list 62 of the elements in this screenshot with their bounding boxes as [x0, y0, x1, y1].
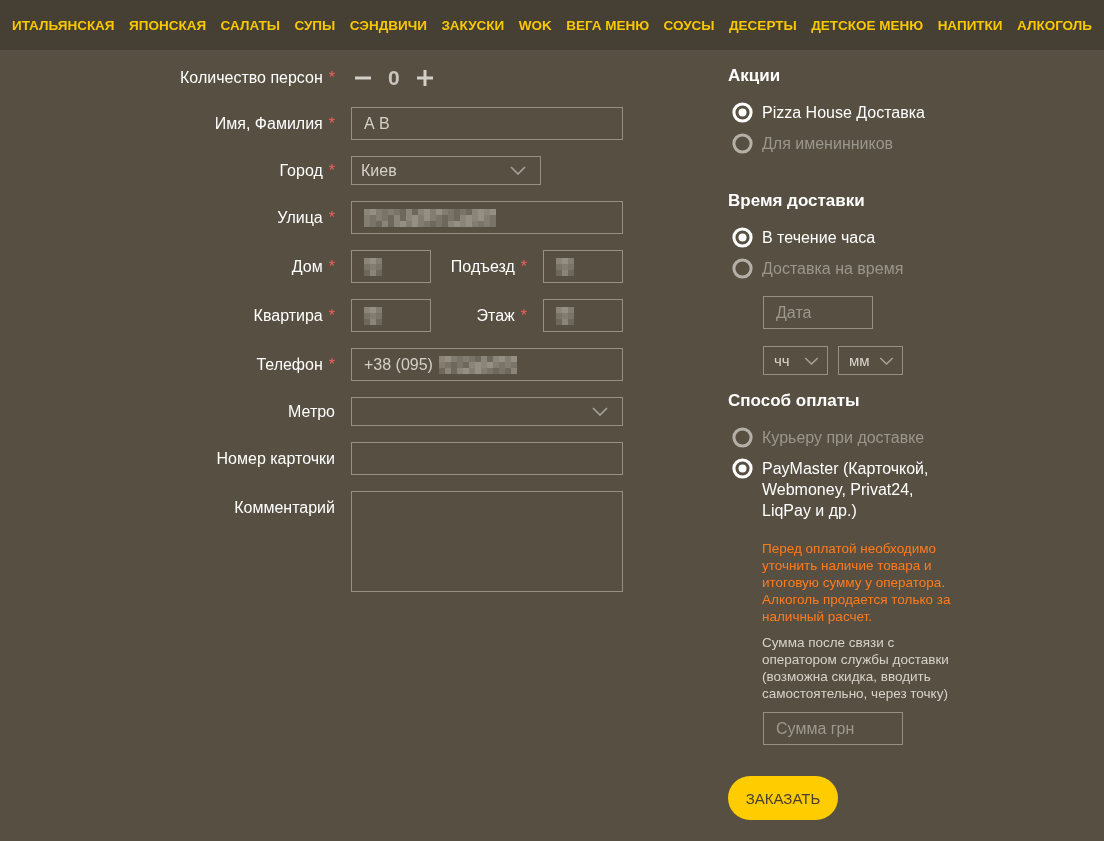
- radio-button-icon[interactable]: [732, 427, 753, 448]
- field-label: Имя, Фамилия *: [214, 114, 335, 133]
- nav-link[interactable]: WOK: [518, 17, 552, 33]
- nav-link[interactable]: САЛАТЫ: [220, 17, 280, 33]
- nav-link[interactable]: АЛКОГОЛЬ: [1017, 17, 1092, 33]
- pixelated-text-icon: [438, 355, 517, 374]
- pixelated-text-icon: [364, 208, 496, 227]
- warning-text: Перед оплатой необходимо уточнить наличие товара и итоговую сумму у оператора. Алкоголь продается только за наличный расчет.: [762, 540, 951, 625]
- pixelated-text-icon: [364, 306, 382, 325]
- comment-textarea[interactable]: [351, 491, 623, 592]
- radio-label[interactable]: Pizza House Доставка: [762, 97, 925, 123]
- nav-link[interactable]: ЗАКУСКИ: [441, 17, 505, 33]
- chevron-down-icon: [879, 356, 894, 365]
- field-label: Комментарий: [234, 499, 335, 517]
- select-field[interactable]: [351, 397, 623, 426]
- nav-link[interactable]: НАПИТКИ: [937, 17, 1003, 33]
- field-label: Город *: [279, 161, 335, 180]
- text-field[interactable]: [351, 299, 431, 332]
- chevron-down-icon: [510, 166, 526, 175]
- select-field[interactable]: Киев: [351, 156, 541, 185]
- nav-link[interactable]: ДЕТСКОЕ МЕНЮ: [811, 17, 924, 33]
- section-heading: Время доставки: [728, 190, 865, 212]
- radio-button-icon[interactable]: [732, 258, 753, 279]
- field-label: Номер карточки: [216, 449, 335, 468]
- section-heading: Способ оплаты: [728, 390, 860, 412]
- plus-icon[interactable]: [416, 70, 433, 86]
- pixelated-text-icon: [556, 257, 574, 276]
- text-field[interactable]: +38 (095): [351, 348, 623, 381]
- chevron-down-icon: [592, 407, 608, 416]
- chevron-down-icon: [804, 356, 819, 365]
- radio-label[interactable]: В течение часа: [762, 222, 876, 248]
- field-label: Дом *: [291, 257, 335, 276]
- text-field[interactable]: [543, 299, 623, 332]
- field-label: Улица *: [277, 208, 335, 227]
- text-field[interactable]: [351, 250, 431, 283]
- text-field[interactable]: А В: [351, 107, 623, 140]
- minute-select[interactable]: мм: [838, 346, 903, 375]
- persons-count: 0: [388, 66, 400, 90]
- text-field[interactable]: [543, 250, 623, 283]
- order-button[interactable]: ЗАКАЗАТЬ: [728, 776, 838, 820]
- field-label: Квартира *: [253, 306, 335, 325]
- field-label: Этаж *: [475, 306, 528, 325]
- nav-link[interactable]: СУПЫ: [294, 17, 336, 33]
- nav-link[interactable]: СЭНДВИЧИ: [349, 17, 427, 33]
- radio-button-icon[interactable]: [732, 133, 753, 154]
- field-label: Количество персон *: [180, 69, 335, 87]
- field-label: Телефон *: [256, 355, 335, 374]
- hour-select[interactable]: чч: [763, 346, 828, 375]
- nav-link[interactable]: ЯПОНСКАЯ: [129, 17, 207, 33]
- pixelated-text-icon: [364, 257, 382, 276]
- radio-label[interactable]: PayMaster (Карточкой, Webmoney, Privat24, LiqPay и др.): [762, 453, 929, 521]
- field-label: Подъезд *: [449, 257, 528, 276]
- field-label: Метро: [288, 402, 335, 421]
- section-heading: Акции: [728, 65, 781, 87]
- nav-link[interactable]: СОУСЫ: [663, 17, 715, 33]
- note-text: Сумма после связи с оператором службы доставки (возможна скидка, вводить самостоятельно, через точку): [762, 634, 949, 702]
- text-field[interactable]: [351, 201, 623, 234]
- nav-link[interactable]: ВЕГА МЕНЮ: [566, 17, 650, 33]
- text-field[interactable]: [351, 442, 623, 475]
- pixelated-text-icon: [556, 306, 574, 325]
- nav-link[interactable]: ИТАЛЬЯНСКАЯ: [12, 17, 115, 33]
- nav-link[interactable]: ДЕСЕРТЫ: [729, 17, 797, 33]
